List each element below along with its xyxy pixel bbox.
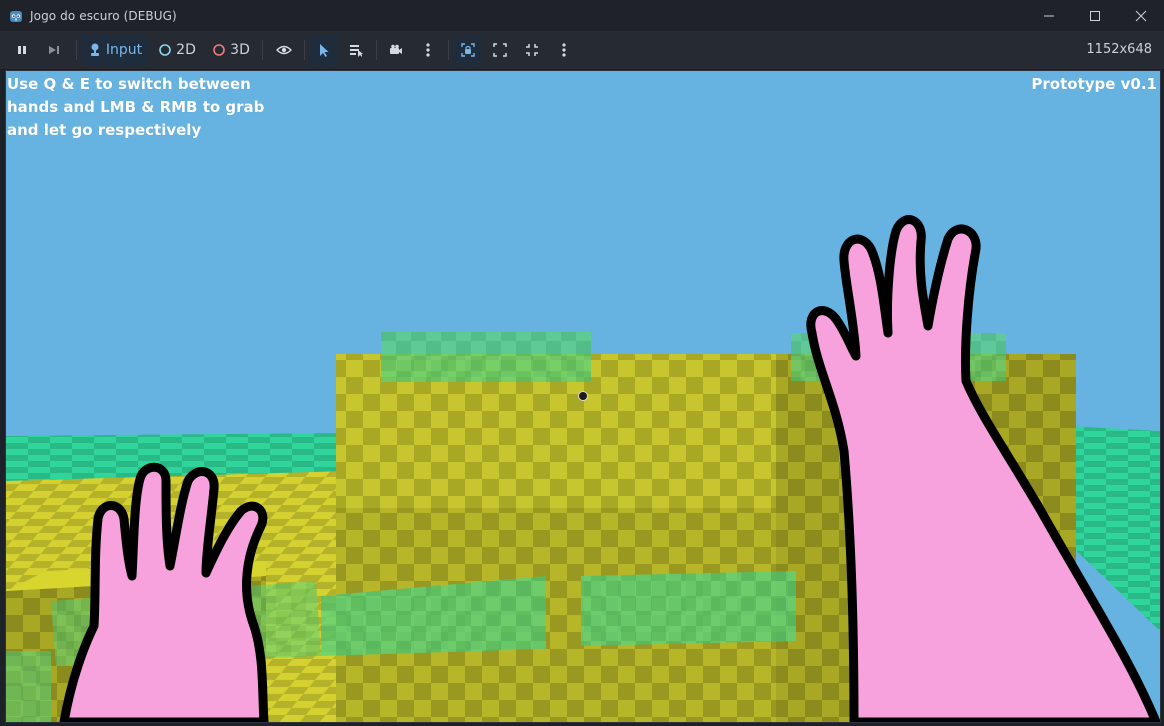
resolution-readout: 1152x648 [1086,42,1152,57]
list-select-icon [350,45,363,57]
step-frame-button[interactable] [40,35,68,65]
ring-2d-icon [159,44,171,56]
embed-window-icon [461,43,475,57]
step-frame-icon [49,46,59,54]
mode-3d-label: 3D [230,42,250,58]
pause-button[interactable] [8,35,36,65]
camera-options-button[interactable] [414,35,442,65]
mode-3d-button[interactable]: 3D [208,35,254,65]
eye-icon [276,45,292,55]
close-icon [1135,10,1147,21]
fullscreen-button[interactable] [486,35,514,65]
ring-3d-icon [213,44,225,56]
window-options-button[interactable] [550,35,578,65]
window-controls [1026,0,1164,31]
version-label: Prototype v0.1 [1031,75,1157,93]
shrink-icon [526,44,538,56]
camera-icon [390,44,402,54]
camera-button[interactable] [382,35,410,65]
toolbar-separator [376,40,377,60]
crosshair [578,391,588,401]
minimize-button[interactable] [1026,0,1072,31]
visibility-button[interactable] [270,35,298,65]
select-arrow-icon [320,44,329,57]
select-button[interactable] [310,35,338,65]
toolbar-separator [262,40,263,60]
toolbar-separator [448,40,449,60]
expand-icon [493,43,507,57]
window-title: Jogo do escuro (DEBUG) [30,8,177,23]
close-button[interactable] [1118,0,1164,31]
input-toggle[interactable]: Input [82,35,148,65]
godot-icon [10,10,22,22]
input-label: Input [105,42,143,58]
maximize-button[interactable] [1072,0,1118,31]
kebab-menu-icon [426,43,430,57]
toolbar-separator [76,40,77,60]
shrink-button[interactable] [518,35,546,65]
debug-toolbar: Input 2D 3D 1152x648 [0,31,1164,70]
window-titlebar: Jogo do escuro (DEBUG) [0,0,1164,31]
pause-icon [18,46,26,54]
controls-instructions: Use Q & E to switch between hands and LM… [7,75,265,139]
kebab-menu-icon [562,43,566,57]
mode-2d-label: 2D [176,42,196,58]
game-viewport[interactable]: Use Q & E to switch between hands and LM… [5,70,1161,723]
list-select-button[interactable] [342,35,370,65]
minimize-icon [1044,15,1054,16]
mode-2d-button[interactable]: 2D [154,35,200,65]
joystick-icon [90,43,99,56]
embed-window-button[interactable] [454,35,482,65]
maximize-icon [1090,10,1100,21]
toolbar-separator [304,40,305,60]
